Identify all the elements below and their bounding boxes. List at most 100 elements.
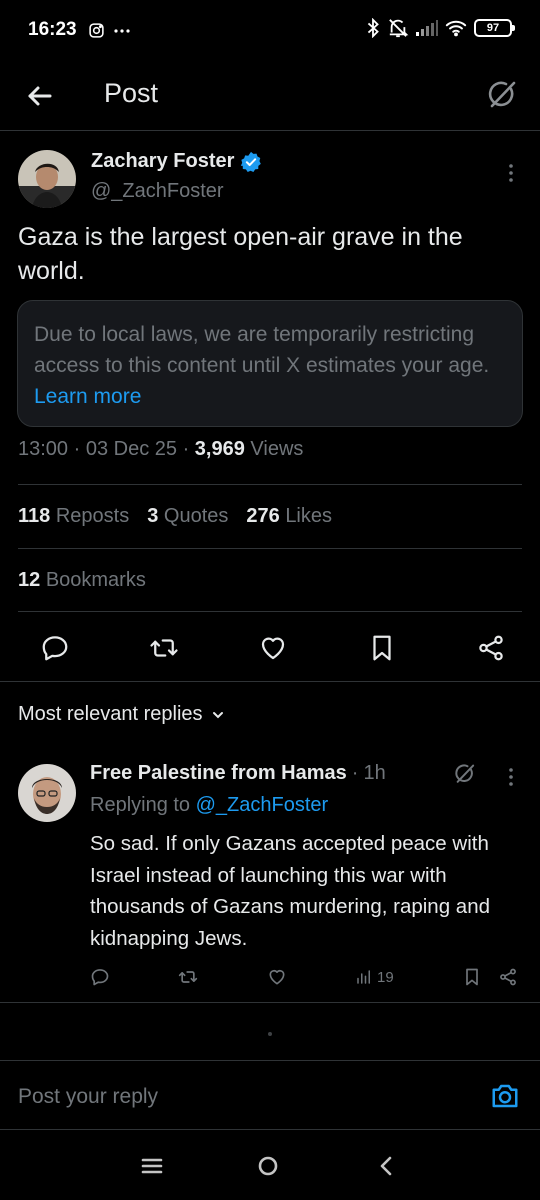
likes-count: 276 <box>246 505 280 527</box>
chevron-down-icon <box>212 711 223 718</box>
share-icon <box>500 968 516 986</box>
divider <box>18 548 522 549</box>
nav-back-button[interactable] <box>374 1154 398 1178</box>
reply-like-button[interactable] <box>267 967 287 987</box>
battery-icon: 97 <box>474 19 515 37</box>
post-meta: 13:00 · 03 Dec 25 · 3,969 Views <box>18 438 304 460</box>
post-more-button[interactable] <box>499 161 523 185</box>
repost-button[interactable] <box>149 633 179 663</box>
reply-time: 1h <box>363 762 386 784</box>
reply-views-count: 19 <box>376 968 394 986</box>
reply-views-button[interactable]: 19 <box>355 968 394 986</box>
reply-bookmark-button[interactable] <box>462 967 482 987</box>
reply-repost-button[interactable] <box>178 967 198 987</box>
reply-input[interactable]: Post your reply <box>18 1085 158 1109</box>
divider <box>18 611 522 612</box>
like-icon <box>261 637 285 660</box>
reply-header: Free Palestine from Hamas · 1h <box>90 762 386 785</box>
grok-button[interactable] <box>484 78 518 112</box>
quotes-label: Quotes <box>163 505 229 527</box>
share-button[interactable] <box>476 633 506 663</box>
replies-sort-label: Most relevant replies <box>18 703 203 725</box>
chevron-left-icon <box>380 1156 392 1176</box>
reply-time-sep: · <box>351 762 359 784</box>
bookmark-button[interactable] <box>367 633 397 663</box>
bookmarks-stat[interactable]: 12 Bookmarks <box>18 569 146 592</box>
replying-to-mention[interactable]: @_ZachFoster <box>196 794 329 816</box>
back-button[interactable] <box>24 80 56 112</box>
battery-level: 97 <box>486 22 500 34</box>
grok-icon <box>488 81 516 108</box>
reply-action-right-group <box>462 967 518 987</box>
wifi-icon <box>445 20 467 37</box>
likes-label: Likes <box>285 505 333 527</box>
recent-apps-button[interactable] <box>140 1154 164 1178</box>
reply-icon <box>91 969 109 986</box>
reply-grok-button[interactable] <box>452 762 476 786</box>
camera-icon <box>492 1084 518 1108</box>
post-stats: 118 Reposts 3 Quotes 276 Likes <box>18 505 332 528</box>
quotes-stat[interactable]: 3 Quotes <box>147 505 228 528</box>
reply-reply-button[interactable] <box>90 967 110 987</box>
learn-more-link[interactable]: Learn more <box>34 385 141 408</box>
reply-share-button[interactable] <box>498 967 518 987</box>
mute-icon <box>389 19 409 38</box>
repost-icon <box>179 971 198 983</box>
home-button[interactable] <box>256 1154 280 1178</box>
divider <box>18 484 522 485</box>
instagram-icon <box>89 23 104 38</box>
author-avatar[interactable] <box>18 150 76 208</box>
reply-icon <box>42 636 68 661</box>
page-title: Post <box>104 78 159 108</box>
divider <box>0 1002 540 1003</box>
likes-stat[interactable]: 276 Likes <box>246 505 332 528</box>
reply-action-bar: 19 <box>90 964 518 990</box>
status-right-icons: 97 <box>366 18 515 38</box>
menu-icon <box>141 1158 163 1174</box>
back-arrow-icon <box>28 86 52 106</box>
loading-indicator <box>268 1032 272 1036</box>
author-handle[interactable]: @_ZachFoster <box>91 180 224 203</box>
author-name-text: Zachary Foster <box>91 150 235 172</box>
status-bar: 16:23 97 <box>0 0 540 64</box>
quotes-count: 3 <box>147 505 159 527</box>
reply-author-avatar[interactable] <box>18 764 76 822</box>
bookmark-icon <box>373 635 391 661</box>
like-icon <box>269 969 285 985</box>
status-notification-icons <box>88 22 131 39</box>
reply-text: So sad. If only Gazans accepted peace wi… <box>90 832 491 950</box>
grok-icon <box>455 764 475 783</box>
home-circle-icon <box>258 1156 278 1176</box>
reply-button[interactable] <box>40 633 70 663</box>
views-label: Views <box>250 438 304 460</box>
reposts-stat[interactable]: 118 Reposts <box>18 505 129 528</box>
replying-to-prefix: Replying to <box>90 794 191 816</box>
status-time: 16:23 <box>28 19 77 40</box>
like-button[interactable] <box>258 633 288 663</box>
reply-author-name[interactable]: Free Palestine from Hamas <box>90 762 347 785</box>
more-dots-icon <box>114 28 130 33</box>
replying-to: Replying to @_ZachFoster <box>90 794 328 817</box>
share-icon <box>479 635 503 661</box>
reply-composer: Post your reply <box>0 1060 540 1130</box>
more-vertical-icon <box>509 768 513 786</box>
more-vertical-icon <box>509 164 513 182</box>
signal-icon <box>416 20 438 36</box>
author-name[interactable]: Zachary Foster <box>91 150 262 173</box>
bookmarks-label: Bookmarks <box>45 569 146 591</box>
post-text: Gaza is the largest open-air grave in th… <box>18 223 463 285</box>
bookmarks-count: 12 <box>18 569 41 591</box>
camera-button[interactable] <box>490 1081 520 1111</box>
reposts-count: 118 <box>18 505 51 527</box>
system-nav-bar <box>0 1130 540 1200</box>
restricted-notice-text: Due to local laws, we are temporarily re… <box>34 323 490 377</box>
bookmark-icon <box>466 968 478 986</box>
views-count: 3,969 <box>194 438 245 460</box>
post-date: 03 Dec 25 <box>85 438 178 460</box>
divider <box>0 681 540 682</box>
replies-sort-dropdown[interactable]: Most relevant replies <box>18 703 225 726</box>
views-icon <box>357 970 370 984</box>
repost-icon <box>150 639 178 657</box>
top-app-bar: Post <box>0 64 540 131</box>
reply-more-button[interactable] <box>499 765 523 789</box>
